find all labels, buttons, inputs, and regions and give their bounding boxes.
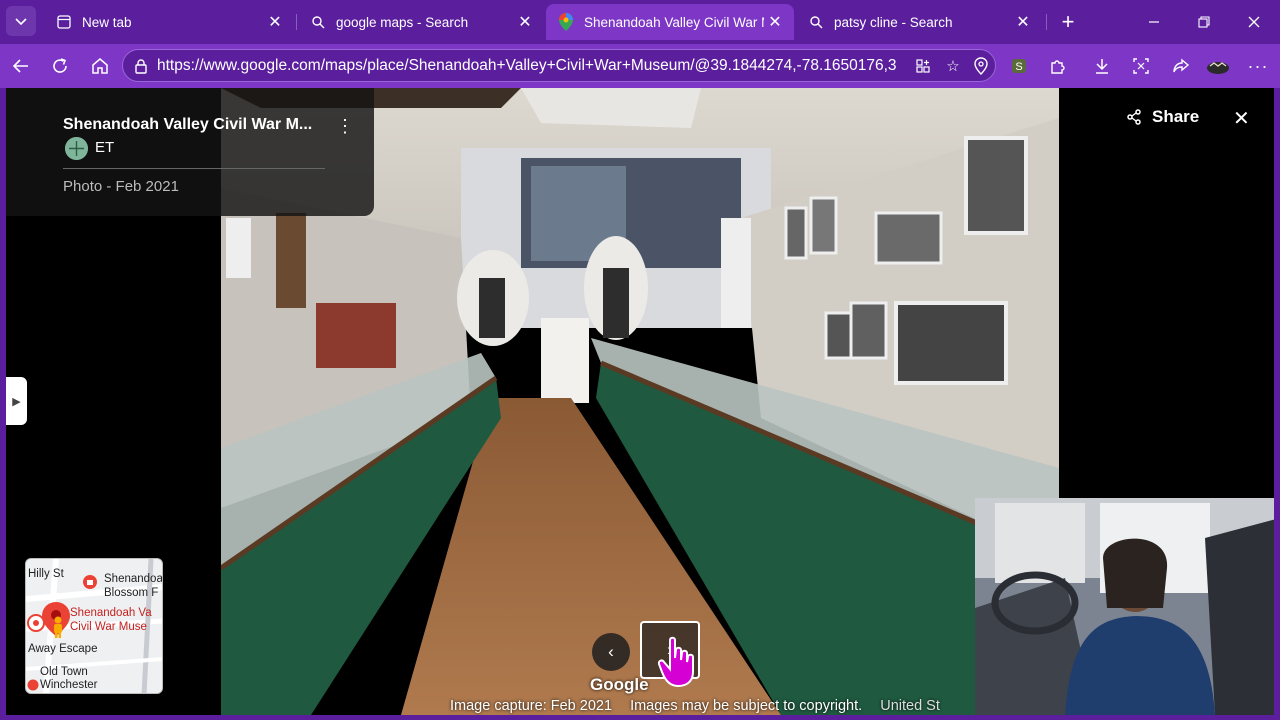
profile-avatar-icon: [1207, 62, 1229, 74]
tab-title: patsy cline - Search: [834, 14, 953, 30]
app-available-icon[interactable]: [913, 56, 933, 76]
plus-icon: +: [1061, 9, 1075, 34]
refresh-icon: [53, 58, 67, 73]
close-window-button[interactable]: [1234, 8, 1274, 36]
close-tab-icon[interactable]: ✕: [764, 11, 786, 33]
search-icon: [808, 14, 824, 30]
share-arrow-icon: [1173, 58, 1190, 73]
new-tab-button[interactable]: +: [1054, 8, 1082, 36]
share-icon: [1127, 109, 1141, 125]
chevron-left-icon: ‹: [608, 642, 614, 661]
downloads-button[interactable]: [1088, 52, 1116, 80]
tab-patsy-cline-search[interactable]: patsy cline - Search ✕: [796, 4, 1042, 40]
puzzle-icon: [1051, 60, 1065, 74]
profile-button[interactable]: [1204, 52, 1232, 80]
minimize-button[interactable]: [1134, 8, 1174, 36]
tab-strip: New tab ✕ google maps - Search ✕ Shenand…: [0, 0, 1280, 44]
close-tab-icon[interactable]: ✕: [1012, 11, 1034, 33]
restore-icon: [1198, 16, 1210, 28]
place-marker-icon: [27, 679, 39, 691]
country-label: United St: [880, 698, 940, 714]
map-label: Old Town: [40, 666, 88, 678]
extension-s-icon: S: [1012, 59, 1026, 73]
close-icon: [1248, 16, 1260, 28]
download-icon: [1096, 59, 1108, 74]
place-marker-icon: [83, 575, 97, 589]
home-icon: [92, 58, 108, 74]
map-label: Winchester: [40, 679, 98, 691]
hand-cursor-icon: [658, 636, 694, 688]
lock-icon: [133, 58, 149, 74]
photo-info-card: Shenandoah Valley Civil War M... ⋮ ET Ph…: [6, 88, 374, 216]
screenshot-icon: [1133, 58, 1149, 74]
map-label: Away Escape: [28, 643, 98, 655]
favorite-star-icon[interactable]: ☆: [943, 56, 963, 76]
webcam-overlay: [975, 498, 1274, 715]
more-vertical-icon: ⋮: [336, 116, 354, 136]
share-button[interactable]: Share: [1126, 107, 1199, 127]
more-horizontal-icon: ···: [1247, 55, 1269, 76]
close-street-view-button[interactable]: ✕: [1233, 106, 1250, 131]
tab-actions-menu-button[interactable]: [6, 6, 36, 36]
previous-photo-button[interactable]: ‹: [592, 633, 630, 671]
chevron-down-icon: [15, 18, 27, 26]
map-label-museum: Shenandoah Va: [70, 607, 152, 619]
tab-title: Shenandoah Valley Civil War Mus: [584, 14, 764, 30]
address-bar[interactable]: https://www.google.com/maps/place/Shenan…: [122, 49, 996, 82]
arrow-left-icon: [12, 59, 28, 73]
author-avatar[interactable]: [65, 137, 88, 160]
photo-date: Photo - Feb 2021: [63, 178, 179, 195]
tab-new-tab[interactable]: New tab ✕: [44, 4, 294, 40]
tab-shenandoah-museum[interactable]: Shenandoah Valley Civil War Mus ✕: [546, 4, 794, 40]
restore-button[interactable]: [1184, 8, 1224, 36]
place-title[interactable]: Shenandoah Valley Civil War M...: [63, 116, 312, 134]
close-tab-icon[interactable]: ✕: [264, 11, 286, 33]
tab-separator: [1046, 14, 1047, 30]
camera-position-icon: [27, 614, 45, 632]
home-button[interactable]: [86, 52, 114, 80]
minimize-icon: [1149, 21, 1159, 23]
more-options-button[interactable]: ⋮: [336, 116, 354, 137]
back-button[interactable]: [7, 52, 35, 80]
map-label: Blossom F: [104, 587, 159, 599]
pegman-icon: [54, 616, 62, 638]
share-page-button[interactable]: [1167, 52, 1195, 80]
copyright-notice[interactable]: Images may be subject to copyright.: [630, 698, 862, 714]
search-icon: [310, 14, 326, 30]
tab-title: New tab: [82, 14, 132, 30]
refresh-button[interactable]: [46, 52, 74, 80]
tab-google-maps-search[interactable]: google maps - Search ✕: [298, 4, 544, 40]
browser-toolbar: https://www.google.com/maps/place/Shenan…: [0, 44, 1280, 88]
author-name[interactable]: ET: [95, 139, 114, 156]
screenshot-button[interactable]: [1127, 52, 1155, 80]
close-icon: ✕: [1233, 108, 1250, 130]
chevron-right-icon: ▶: [12, 395, 21, 408]
tab-title: google maps - Search: [336, 14, 469, 30]
svg-text:S: S: [1015, 61, 1022, 73]
settings-menu-button[interactable]: ···: [1244, 52, 1272, 80]
extension-button[interactable]: S: [1005, 52, 1033, 80]
share-label: Share: [1152, 107, 1200, 126]
newtab-icon: [56, 14, 72, 30]
extensions-button[interactable]: [1044, 52, 1072, 80]
image-capture-date: Image capture: Feb 2021: [450, 698, 613, 714]
card-divider: [63, 168, 325, 169]
map-label: Hilly St: [28, 568, 64, 580]
tab-separator: [296, 14, 297, 30]
url-text[interactable]: https://www.google.com/maps/place/Shenan…: [157, 57, 897, 75]
google-logo: Google: [590, 675, 649, 694]
expand-side-panel-button[interactable]: ▶: [6, 377, 27, 425]
street-view-viewport[interactable]: Shenandoah Valley Civil War M... ⋮ ET Ph…: [6, 88, 1274, 715]
location-icon[interactable]: [971, 56, 991, 76]
map-label-museum: Civil War Muse: [70, 621, 147, 633]
close-tab-icon[interactable]: ✕: [514, 11, 536, 33]
maps-pin-icon: [558, 13, 574, 31]
minimap[interactable]: Hilly St Shenandoa Blossom F Shenandoah …: [25, 558, 163, 694]
map-label: Shenandoa: [104, 573, 163, 585]
